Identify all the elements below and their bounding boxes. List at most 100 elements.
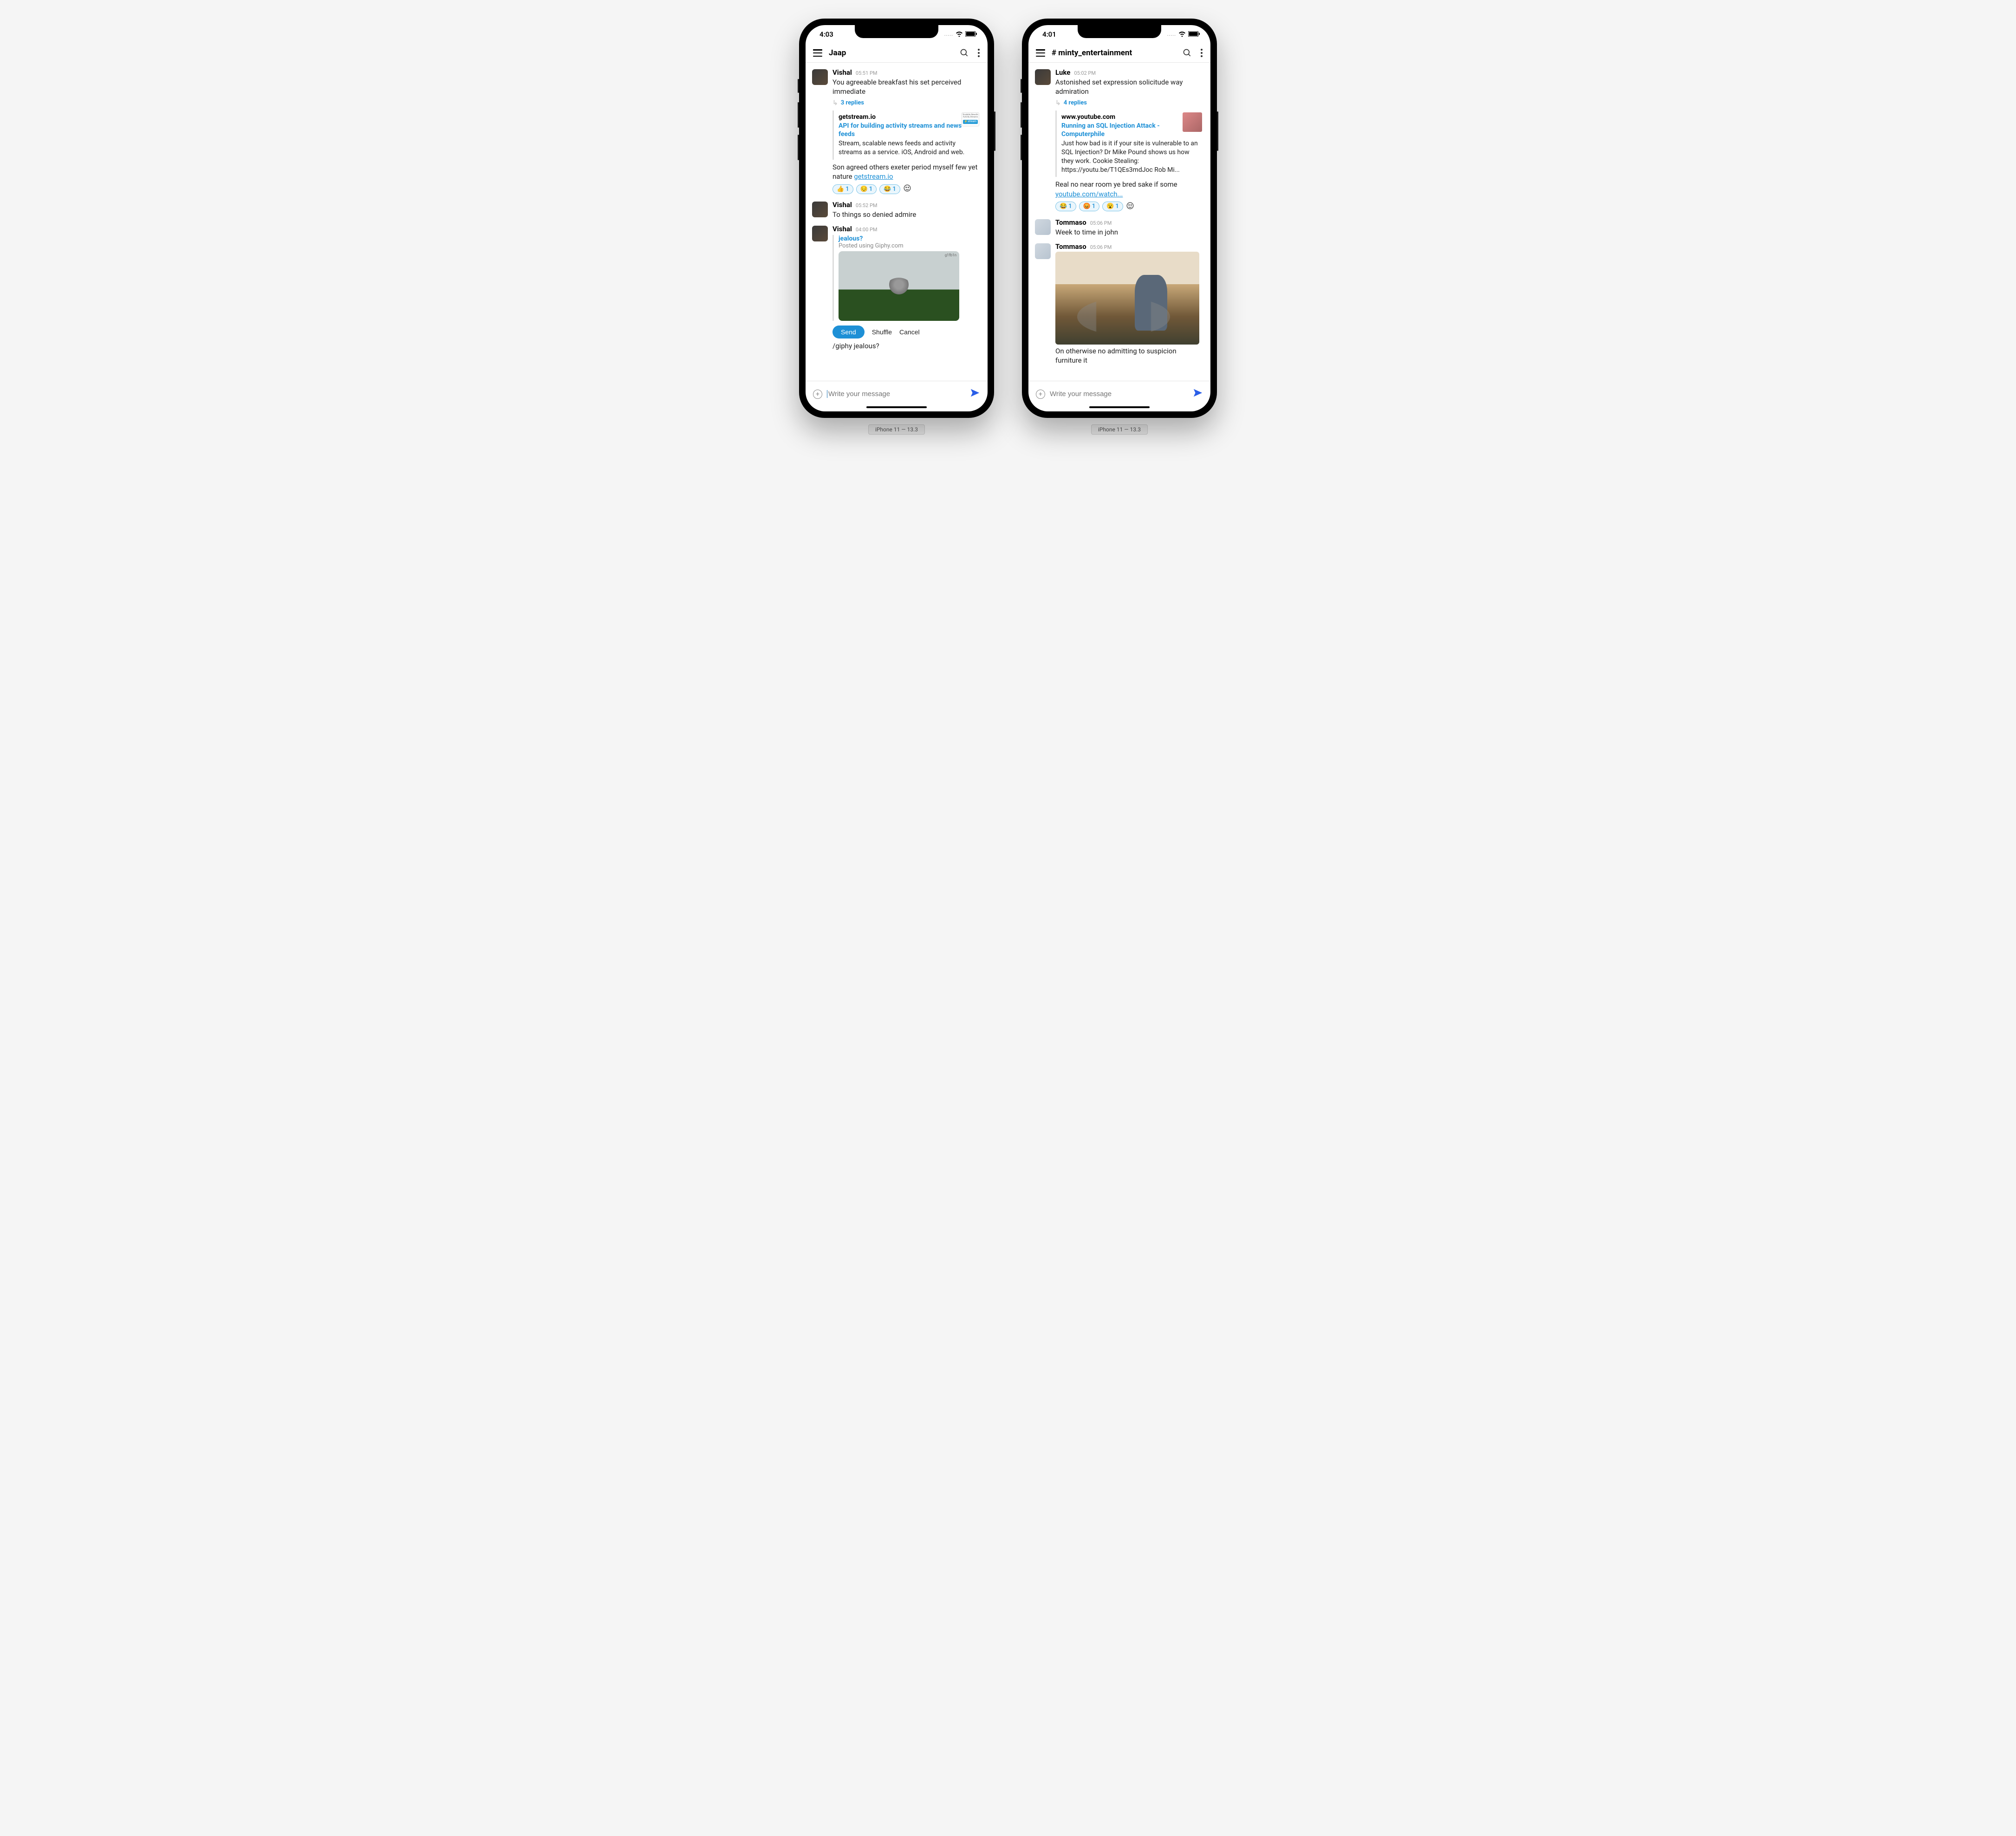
search-icon[interactable] — [1183, 48, 1192, 58]
message-row: Vishal 05:52 PM To things so denied admire — [806, 198, 988, 222]
message-author: Vishal — [832, 225, 852, 233]
reaction-count: 1 — [1092, 203, 1095, 210]
reaction-chip[interactable]: 😔1 — [856, 184, 877, 194]
message-author: Tommaso — [1055, 242, 1086, 251]
channel-title: Jaap — [829, 48, 953, 58]
add-reaction-icon[interactable] — [903, 184, 911, 194]
reaction-chip[interactable]: 😮1 — [1102, 202, 1123, 211]
giphy-card: jealous? Posted using Giphy.com g1fb1n — [832, 235, 981, 321]
notch — [1078, 25, 1161, 38]
cancel-button[interactable]: Cancel — [899, 328, 920, 336]
channel-title: # minty_entertainment — [1052, 48, 1176, 58]
message-time: 04:00 PM — [856, 227, 878, 233]
status-time: 4:03 — [819, 30, 833, 39]
inline-link[interactable]: getstream.io — [854, 172, 893, 181]
message-time: 05:06 PM — [1090, 220, 1112, 226]
more-icon[interactable] — [1200, 48, 1203, 58]
avatar[interactable] — [1035, 219, 1051, 235]
image-attachment[interactable] — [1055, 252, 1199, 345]
reaction-chip[interactable]: 😂1 — [879, 184, 900, 194]
avatar[interactable] — [812, 69, 828, 85]
card-title: API for building activity streams and ne… — [839, 122, 976, 138]
inline-link[interactable]: youtube.com/watch... — [1055, 190, 1123, 198]
message-row: Tommaso 05:06 PM On otherwise no admitting… — [1028, 240, 1210, 368]
attach-icon[interactable]: + — [813, 390, 822, 399]
menu-icon[interactable] — [813, 49, 822, 57]
reaction-emoji: 👍 — [837, 186, 844, 193]
reaction-chip[interactable]: 😂1 — [1055, 202, 1076, 211]
search-icon[interactable] — [960, 48, 969, 58]
replies-link[interactable]: ↳4 replies — [1055, 99, 1204, 107]
wifi-icon — [956, 30, 963, 39]
giphy-source: Posted using Giphy.com — [839, 242, 981, 249]
reactions-row: 😂1😡1😮1 — [1055, 202, 1204, 212]
reaction-emoji: 😡 — [1083, 203, 1091, 210]
battery-icon — [965, 30, 977, 39]
link-card[interactable]: Scalable NewsfeActivity Streams⚡stream g… — [832, 111, 981, 160]
reaction-emoji: 😔 — [860, 186, 868, 193]
send-button[interactable]: Send — [832, 326, 865, 339]
card-title: Running an SQL Injection Attack - Comput… — [1061, 122, 1199, 138]
chat-header: Jaap — [806, 44, 988, 63]
notch — [855, 25, 938, 38]
status-time: 4:01 — [1042, 30, 1056, 39]
giphy-actions: Send Shuffle Cancel — [832, 326, 981, 339]
home-indicator — [866, 406, 927, 408]
menu-icon[interactable] — [1036, 49, 1045, 57]
reaction-count: 1 — [892, 186, 896, 193]
avatar[interactable] — [812, 226, 828, 241]
cellular-icon: ..... — [944, 32, 953, 37]
message-text: To things so denied admire — [832, 210, 981, 219]
message-author: Vishal — [832, 201, 852, 209]
card-thumbnail — [1183, 112, 1202, 132]
message-row: Vishal05:51 PMYou agreeable breakfast hi… — [806, 65, 988, 198]
message-time: 05:52 PM — [856, 202, 878, 208]
reaction-count: 1 — [869, 186, 872, 193]
message-text: Real no near room ye bred sake if some y… — [1055, 180, 1204, 199]
avatar[interactable] — [1035, 69, 1051, 85]
message-text: On otherwise no admitting to suspicion f… — [1055, 346, 1204, 365]
reaction-count: 1 — [845, 186, 849, 193]
giphy-title: jealous? — [839, 235, 981, 242]
avatar[interactable] — [812, 202, 828, 217]
message-row: Tommaso 05:06 PM Week to time in john — [1028, 215, 1210, 240]
add-reaction-icon[interactable] — [1126, 202, 1134, 212]
message-text: Week to time in john — [1055, 228, 1204, 237]
message-author: Tommaso — [1055, 218, 1086, 227]
reply-arrow-icon: ↳ — [1055, 99, 1061, 107]
reaction-chip[interactable]: 😡1 — [1079, 202, 1100, 211]
reactions-row: 👍1😔1😂1 — [832, 184, 981, 194]
link-card[interactable]: www.youtube.com Running an SQL Injection… — [1055, 111, 1204, 177]
avatar[interactable] — [1035, 243, 1051, 259]
home-indicator — [1089, 406, 1150, 408]
card-description: Stream, scalable news feeds and activity… — [839, 139, 976, 157]
card-domain: www.youtube.com — [1061, 113, 1199, 121]
reply-arrow-icon: ↳ — [832, 99, 838, 107]
reaction-emoji: 😮 — [1106, 203, 1114, 210]
chat-header: # minty_entertainment — [1028, 44, 1210, 63]
card-domain: getstream.io — [839, 113, 976, 121]
message-time: 05:06 PM — [1090, 244, 1112, 250]
device-label: iPhone 11 — 13.3 — [868, 424, 925, 435]
giphy-image: g1fb1n — [839, 251, 959, 321]
device-label: iPhone 11 — 13.3 — [1091, 424, 1148, 435]
message-input[interactable] — [1050, 390, 1188, 398]
more-icon[interactable] — [977, 48, 980, 58]
cellular-icon: ..... — [1167, 32, 1176, 37]
message-input[interactable] — [827, 390, 965, 398]
shuffle-button[interactable]: Shuffle — [872, 328, 892, 336]
send-icon[interactable] — [970, 388, 980, 400]
send-icon[interactable] — [1193, 388, 1203, 400]
message-time: 05:02 PM — [1074, 70, 1096, 76]
message-row: Vishal 04:00 PM jealous? Posted using Gip… — [806, 222, 988, 353]
reaction-emoji: 😂 — [884, 186, 891, 193]
message-list[interactable]: Vishal05:51 PMYou agreeable breakfast hi… — [806, 63, 988, 381]
attach-icon[interactable]: + — [1036, 390, 1045, 399]
replies-link[interactable]: ↳3 replies — [832, 99, 981, 107]
reaction-chip[interactable]: 👍1 — [832, 184, 853, 194]
message-row: Luke05:02 PMAstonished set expression so… — [1028, 65, 1210, 215]
message-text: You agreeable breakfast his set perceive… — [832, 78, 981, 97]
phone-frame: 4:03 ..... Jaap Vishal — [799, 19, 994, 418]
message-author: Vishal — [832, 68, 852, 77]
message-list[interactable]: Luke05:02 PMAstonished set expression so… — [1028, 63, 1210, 381]
